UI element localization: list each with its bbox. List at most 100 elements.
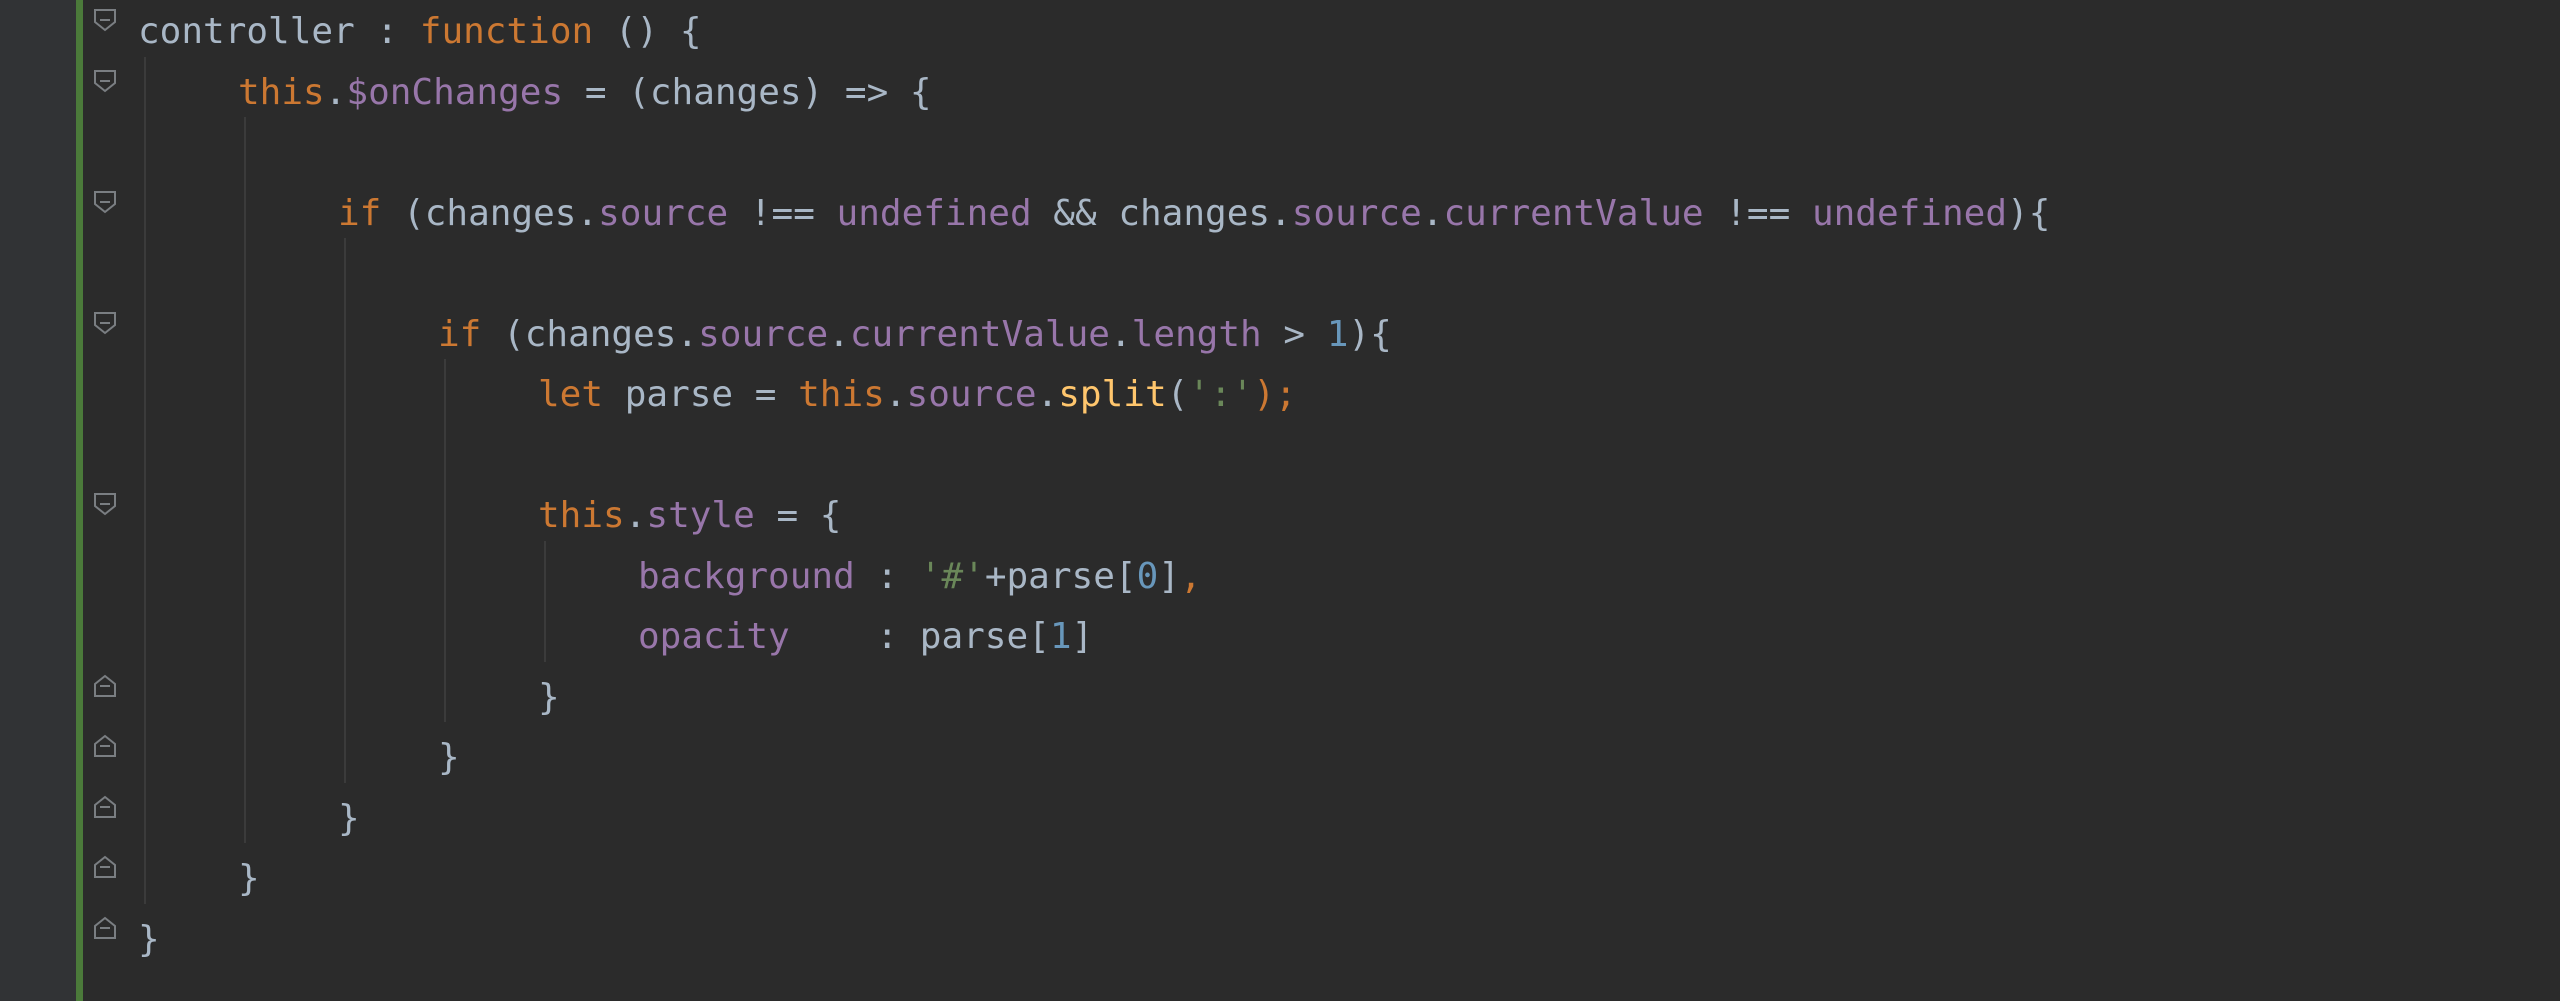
code-token: !== xyxy=(728,192,837,234)
code-token: = xyxy=(733,374,799,415)
code-line[interactable]: controller : function () { xyxy=(138,2,702,62)
code-token: : xyxy=(354,11,420,52)
indent-guide xyxy=(544,540,546,662)
code-area[interactable]: controller : function () {this.$onChange… xyxy=(83,0,2560,1001)
fold-collapse-icon[interactable] xyxy=(92,310,118,336)
indent-guide xyxy=(344,238,346,783)
code-token: source xyxy=(1291,192,1422,234)
code-token: background xyxy=(638,555,855,597)
code-line[interactable]: } xyxy=(138,910,160,970)
code-token: . xyxy=(1421,192,1444,234)
code-token: '#' xyxy=(919,555,985,597)
code-token: this xyxy=(798,374,885,415)
fold-end-icon[interactable] xyxy=(92,794,118,820)
code-token: ] xyxy=(1071,616,1094,657)
code-token: this xyxy=(238,71,325,113)
fold-collapse-icon[interactable] xyxy=(92,491,118,517)
code-token: source xyxy=(906,374,1037,415)
code-token: [ xyxy=(1028,616,1050,657)
code-token: ':' xyxy=(1188,374,1254,415)
code-token: if xyxy=(338,192,382,234)
code-token: : xyxy=(854,555,920,597)
code-token: let xyxy=(538,374,604,415)
code-token: . xyxy=(1270,192,1292,234)
indent-guide xyxy=(244,117,246,843)
code-line[interactable]: let parse = this.source.split(':'); xyxy=(538,365,1297,425)
code-token: this xyxy=(538,495,625,536)
indent-guide xyxy=(144,56,146,904)
code-token: ( xyxy=(381,192,425,234)
code-token: changes xyxy=(1118,192,1271,234)
code-token: parse xyxy=(624,374,734,415)
code-line[interactable]: } xyxy=(238,849,260,909)
code-token: 1 xyxy=(1326,313,1349,355)
code-line[interactable]: } xyxy=(438,728,460,788)
fold-end-icon[interactable] xyxy=(92,673,118,699)
code-token: . xyxy=(884,374,907,415)
code-token: !== xyxy=(1703,192,1812,234)
code-token: opacity xyxy=(638,616,790,657)
code-line[interactable]: } xyxy=(338,789,360,849)
code-token: parse xyxy=(1006,555,1115,597)
code-line[interactable]: if (changes.source !== undefined && chan… xyxy=(338,184,2050,244)
fold-end-icon[interactable] xyxy=(92,854,118,880)
code-line[interactable]: background : '#'+parse[0], xyxy=(638,547,1202,607)
code-token: + xyxy=(984,555,1007,597)
code-token: split xyxy=(1058,374,1167,415)
fold-collapse-icon[interactable] xyxy=(92,189,118,215)
code-token: ( xyxy=(1166,374,1189,415)
code-token: source xyxy=(598,192,729,234)
code-token: [ xyxy=(1114,555,1137,597)
code-token: } xyxy=(238,858,260,899)
code-token: ); xyxy=(1253,374,1297,415)
code-line[interactable]: this.$onChanges = (changes) => { xyxy=(238,63,932,123)
code-line[interactable]: this.style = { xyxy=(538,486,841,546)
code-token: . xyxy=(1109,313,1132,355)
code-token: . xyxy=(576,192,599,234)
code-token: ){ xyxy=(1348,313,1392,355)
code-token: } xyxy=(438,737,460,778)
fold-collapse-icon[interactable] xyxy=(92,7,118,33)
vcs-change-marker[interactable] xyxy=(76,0,83,1001)
code-line[interactable]: } xyxy=(538,668,560,728)
code-token: ( xyxy=(481,313,525,355)
code-token: changes xyxy=(524,313,677,355)
fold-end-icon[interactable] xyxy=(92,915,118,941)
code-token: source xyxy=(698,313,829,355)
code-token: () { xyxy=(593,11,702,52)
code-token: , xyxy=(1179,555,1202,597)
code-line[interactable]: if (changes.source.currentValue.length >… xyxy=(438,305,1392,365)
code-editor[interactable]: controller : function () {this.$onChange… xyxy=(0,0,2560,1001)
code-token: if xyxy=(438,313,482,355)
code-token: } xyxy=(338,797,360,839)
code-token: currentValue xyxy=(849,313,1110,355)
code-token: changes xyxy=(424,192,577,234)
code-token: = { xyxy=(754,495,842,536)
code-token: style xyxy=(646,495,755,536)
code-token: } xyxy=(538,676,560,718)
code-token: ){ xyxy=(2007,192,2051,234)
code-token: length xyxy=(1131,313,1262,355)
code-token: currentValue xyxy=(1443,192,1704,234)
code-token: } xyxy=(138,918,160,960)
fold-collapse-icon[interactable] xyxy=(92,68,118,94)
editor-gutter[interactable] xyxy=(0,0,76,1001)
code-token: controller xyxy=(138,11,355,52)
code-token: 1 xyxy=(1049,616,1072,657)
code-token: > xyxy=(1261,313,1327,355)
code-token: ) => { xyxy=(801,71,932,113)
code-token: 0 xyxy=(1136,555,1159,597)
code-token: . xyxy=(828,313,850,355)
code-token: : xyxy=(789,616,920,657)
code-token: $onChanges xyxy=(346,71,564,113)
code-token: . xyxy=(624,495,647,536)
code-token: parse xyxy=(919,616,1029,657)
fold-end-icon[interactable] xyxy=(92,733,118,759)
code-token: . xyxy=(676,313,699,355)
indent-guide xyxy=(444,359,446,722)
code-line[interactable]: opacity : parse[1] xyxy=(638,607,1093,667)
code-token: function xyxy=(419,11,594,52)
code-token: && xyxy=(1031,192,1119,234)
code-token: = ( xyxy=(563,71,650,113)
